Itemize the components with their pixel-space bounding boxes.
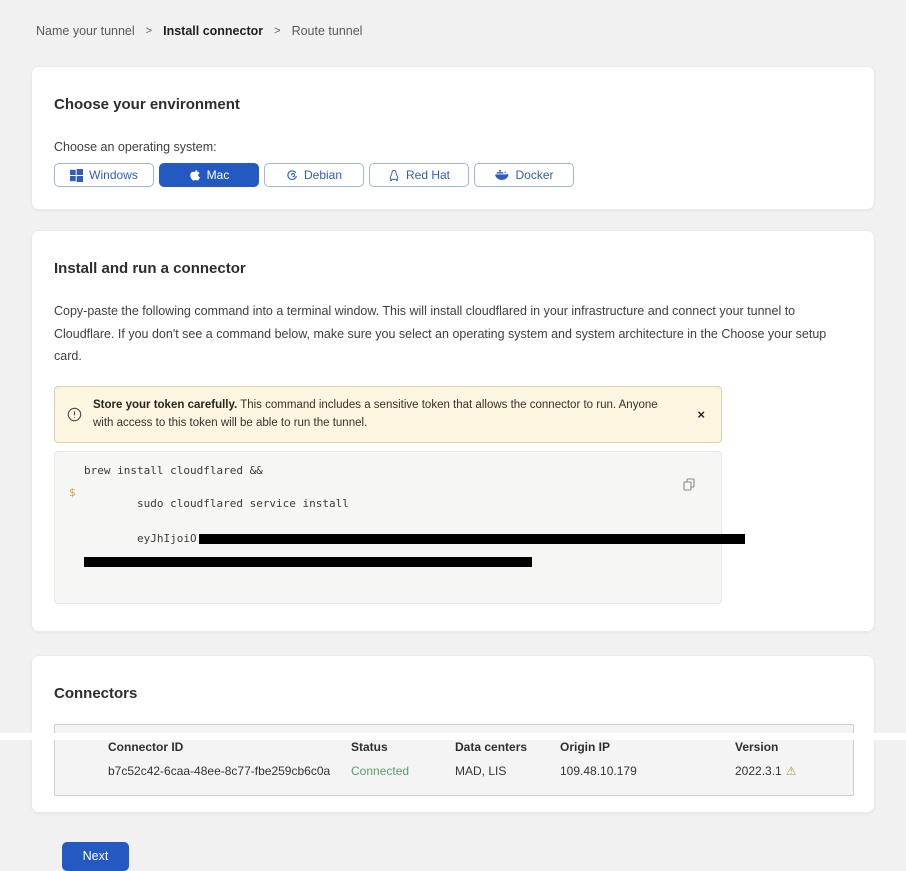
install-card-title: Install and run a connector <box>54 260 852 277</box>
token-warning-text: Store your token carefully. This command… <box>93 396 663 434</box>
docker-whale-icon <box>494 169 509 181</box>
os-button-redhat[interactable]: Red Hat <box>369 163 469 187</box>
debian-icon <box>286 169 298 181</box>
os-button-windows[interactable]: Windows <box>54 163 154 187</box>
choose-environment-card: Choose your environment Choose an operat… <box>31 66 875 210</box>
os-button-docker[interactable]: Docker <box>474 163 574 187</box>
version-value: 2022.3.1⚠ <box>735 764 853 778</box>
breadcrumb: Name your tunnel > Install connector > R… <box>0 0 906 38</box>
info-circle-icon <box>67 407 82 422</box>
next-button[interactable]: Next <box>62 842 129 871</box>
apple-icon <box>189 168 201 182</box>
connectors-card-title: Connectors <box>54 685 852 702</box>
redacted-token-bar <box>84 557 532 567</box>
breadcrumb-route-tunnel[interactable]: Route tunnel <box>292 24 363 38</box>
install-connector-card: Install and run a connector Copy-paste t… <box>31 230 875 632</box>
code-line-token: eyJhIjoiO <box>69 521 707 590</box>
os-button-mac[interactable]: Mac <box>159 163 259 187</box>
breadcrumb-name-your-tunnel[interactable]: Name your tunnel <box>36 24 135 38</box>
os-select-label: Choose an operating system: <box>54 140 852 154</box>
table-row: b7c52c42-6caa-48ee-8c77-fbe259cb6c0a Con… <box>108 764 853 778</box>
redacted-token-bar <box>199 534 745 544</box>
os-button-group: Windows Mac Debian Red Hat <box>54 163 852 187</box>
redhat-penguin-icon <box>388 169 400 182</box>
windows-icon <box>70 169 83 182</box>
os-button-debian[interactable]: Debian <box>264 163 364 187</box>
token-warning-banner: Store your token carefully. This command… <box>54 386 722 444</box>
close-icon[interactable]: × <box>693 408 709 421</box>
install-card-description: Copy-paste the following command into a … <box>54 300 848 368</box>
header-version: Version <box>735 740 853 754</box>
header-status: Status <box>351 740 455 754</box>
code-line-2: $sudo cloudflared service install <box>69 487 707 522</box>
header-origin-ip: Origin IP <box>560 740 735 754</box>
os-button-label: Windows <box>89 168 138 182</box>
connector-id-value: b7c52c42-6caa-48ee-8c77-fbe259cb6c0a <box>108 764 351 778</box>
os-button-label: Docker <box>515 168 553 182</box>
header-data-centers: Data centers <box>455 740 560 754</box>
install-command-codeblock: brew install cloudflared && $sudo cloudf… <box>54 451 722 604</box>
environment-card-title: Choose your environment <box>54 96 852 113</box>
os-button-label: Mac <box>207 168 230 182</box>
shell-prompt: $ <box>69 487 76 499</box>
breadcrumb-separator: > <box>146 25 152 37</box>
version-warning-icon: ⚠ <box>786 764 797 778</box>
header-connector-id: Connector ID <box>108 740 351 754</box>
token-warning-bold: Store your token carefully. <box>93 399 237 411</box>
code-line-1: brew install cloudflared && <box>69 465 707 477</box>
copy-icon[interactable] <box>683 478 695 491</box>
bottom-strip <box>0 733 906 740</box>
status-badge: Connected <box>351 764 455 778</box>
origin-ip-value: 109.48.10.179 <box>560 764 735 778</box>
token-visible-prefix: eyJhIjoiO <box>137 532 197 545</box>
os-button-label: Debian <box>304 168 342 182</box>
os-button-label: Red Hat <box>406 168 450 182</box>
breadcrumb-separator: > <box>274 25 280 37</box>
breadcrumb-install-connector[interactable]: Install connector <box>163 24 263 38</box>
data-centers-value: MAD, LIS <box>455 764 560 778</box>
connectors-table-header: Connector ID Status Data centers Origin … <box>108 740 853 754</box>
